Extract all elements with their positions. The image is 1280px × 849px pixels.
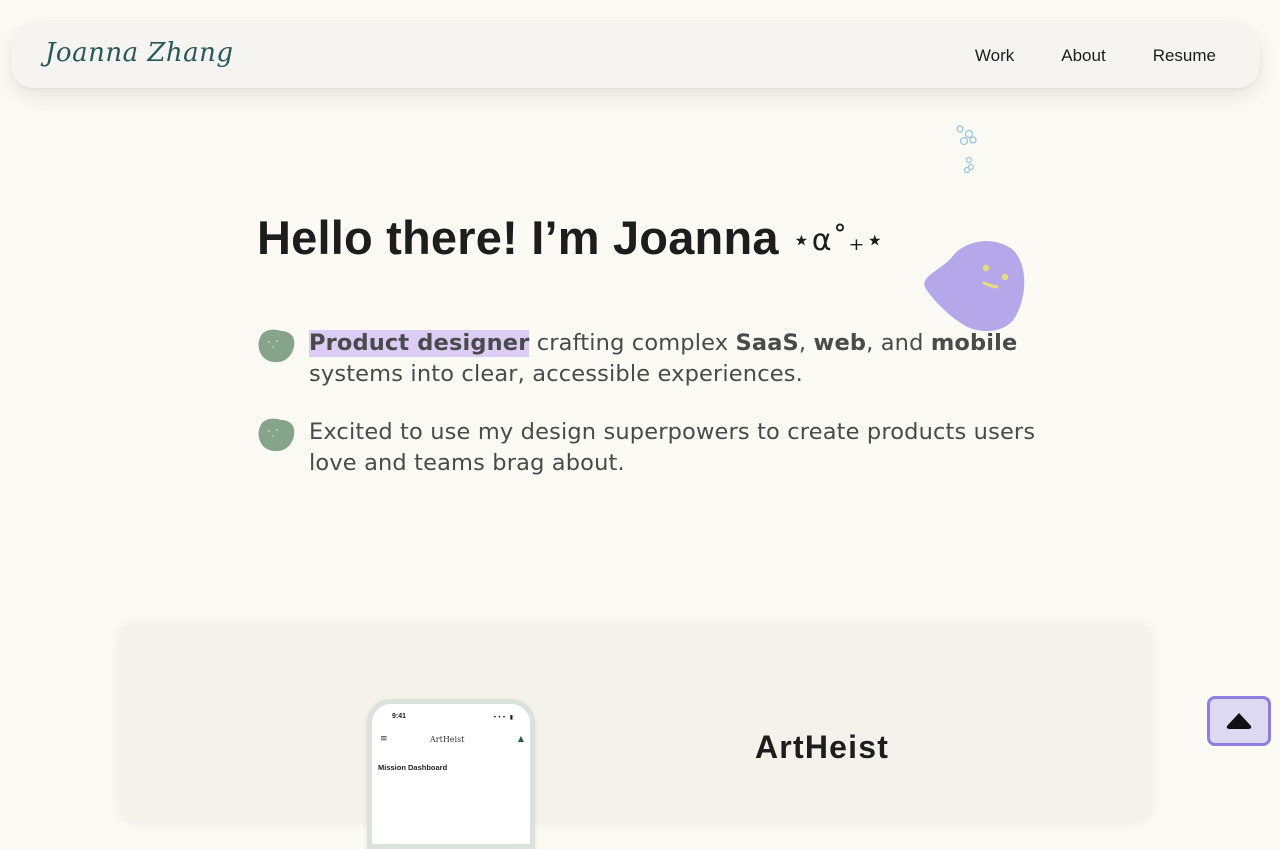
triangle-up-icon	[1226, 713, 1252, 729]
intro-text-part: crafting complex	[529, 330, 736, 356]
intro-text-part: systems into clear, accessible experienc…	[309, 361, 803, 387]
hamburger-menu-icon: ≡	[380, 734, 388, 744]
site-logo[interactable]: Joanna Zhang	[45, 38, 234, 68]
intro-keyword-saas: SaaS	[735, 330, 799, 356]
nav-links: Work About Resume	[975, 24, 1216, 88]
blob-face-icon	[924, 241, 1025, 332]
top-nav: Joanna Zhang Work About Resume	[11, 24, 1260, 88]
scroll-to-top-button[interactable]	[1207, 696, 1271, 746]
role-highlight: Product designer	[309, 330, 530, 357]
project-card-artheist[interactable]: 9:41 ••• ▮ ≡ ArtHeist ▲ Mission Dashboar…	[118, 623, 1152, 849]
nav-about-link[interactable]: About	[1061, 46, 1105, 66]
mission-bullet: Excited to use my design superpowers to …	[257, 417, 1037, 479]
intro-bullet: Product designer crafting complex SaaS , …	[257, 328, 1037, 390]
phone-time: 9:41	[392, 713, 407, 720]
bell-icon: ▲	[517, 734, 524, 743]
nav-resume-link[interactable]: Resume	[1153, 46, 1216, 66]
bubbles-icon	[956, 125, 977, 174]
blob-face-icon	[258, 418, 295, 452]
mission-text: Excited to use my design superpowers to …	[309, 419, 1036, 476]
hero-title: Hello there! I’m Joanna ⋆⍺˚₊⋆	[257, 210, 885, 265]
intro-text-part: ,	[798, 330, 814, 356]
phone-status-icons: ••• ▮	[493, 714, 514, 721]
nav-work-link[interactable]: Work	[975, 46, 1014, 66]
sparkle-decoration: ⋆⍺˚₊⋆	[791, 223, 886, 258]
intro-text: Product designer crafting complex SaaS , …	[309, 328, 1037, 390]
phone-mockup: 9:41 ••• ▮ ≡ ArtHeist ▲ Mission Dashboar…	[367, 699, 535, 849]
project-title[interactable]: ArtHeist	[755, 729, 889, 766]
hero-title-text: Hello there! I’m Joanna	[257, 211, 779, 264]
phone-app-brand: ArtHeist	[430, 735, 465, 744]
blob-face-icon	[258, 329, 295, 363]
intro-text-part: , and	[866, 330, 931, 356]
intro-keyword-web: web	[813, 330, 867, 356]
intro-keyword-mobile: mobile	[930, 330, 1018, 356]
